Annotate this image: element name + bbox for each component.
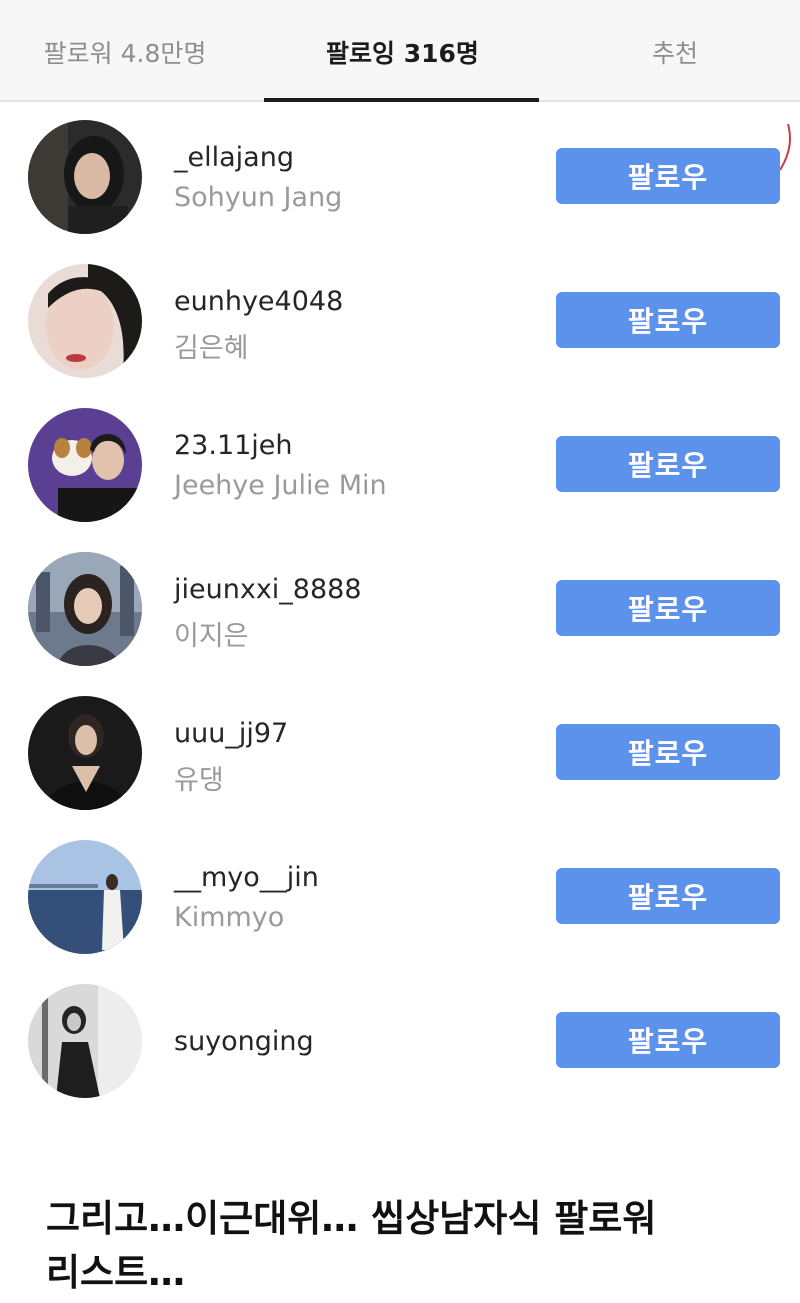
follow-button[interactable]: 팔로우	[556, 868, 780, 924]
full-name: Sohyun Jang	[174, 182, 343, 213]
follow-button[interactable]: 팔로우	[556, 724, 780, 780]
tab-followers[interactable]: 팔로워 4.8만명	[20, 34, 230, 74]
list-item[interactable]: __myo__jin Kimmyo 팔로우	[0, 840, 800, 984]
list-item[interactable]: 23.11jeh Jeehye Julie Min 팔로우	[0, 408, 800, 552]
username[interactable]: jieunxxi_8888	[174, 574, 362, 605]
list-item[interactable]: _ellajang Sohyun Jang 팔로우	[0, 120, 800, 264]
caption-line-2: 리스트…	[46, 1251, 186, 1294]
list-item[interactable]: uuu_jj97 유댕 팔로우	[0, 696, 800, 840]
follow-button[interactable]: 팔로우	[556, 148, 780, 204]
avatar[interactable]	[28, 696, 142, 810]
list-item[interactable]: eunhye4048 김은혜 팔로우	[0, 264, 800, 408]
list-item[interactable]: jieunxxi_8888 이지은 팔로우	[0, 552, 800, 696]
avatar[interactable]	[28, 840, 142, 954]
avatar[interactable]	[28, 120, 142, 234]
username[interactable]: uuu_jj97	[174, 718, 288, 749]
full-name: 김은혜	[174, 333, 249, 364]
tab-following[interactable]: 팔로잉 316명	[265, 34, 540, 74]
username[interactable]: __myo__jin	[174, 862, 319, 893]
follow-button[interactable]: 팔로우	[556, 580, 780, 636]
username[interactable]: _ellajang	[174, 142, 294, 173]
follow-button[interactable]: 팔로우	[556, 1012, 780, 1068]
full-name: Kimmyo	[174, 902, 285, 933]
follow-button[interactable]: 팔로우	[556, 292, 780, 348]
full-name: 이지은	[174, 621, 249, 652]
tab-bar: 팔로워 4.8만명 팔로잉 316명 추천	[0, 0, 800, 102]
username[interactable]: eunhye4048	[174, 286, 343, 317]
caption: 그리고…이근대위… 씹상남자식 팔로워 리스트…	[46, 1192, 766, 1300]
full-name: Jeehye Julie Min	[174, 470, 387, 501]
avatar[interactable]	[28, 984, 142, 1098]
follow-button[interactable]: 팔로우	[556, 436, 780, 492]
caption-line-1: 그리고…이근대위… 씹상남자식 팔로워	[46, 1197, 657, 1240]
full-name: 유댕	[174, 765, 224, 796]
username[interactable]: suyonging	[174, 1026, 314, 1057]
avatar[interactable]	[28, 408, 142, 522]
username[interactable]: 23.11jeh	[174, 430, 293, 461]
list-item[interactable]: suyonging 팔로우	[0, 984, 800, 1128]
avatar[interactable]	[28, 264, 142, 378]
active-tab-indicator	[264, 98, 539, 102]
avatar[interactable]	[28, 552, 142, 666]
tab-suggested[interactable]: 추천	[600, 34, 750, 74]
